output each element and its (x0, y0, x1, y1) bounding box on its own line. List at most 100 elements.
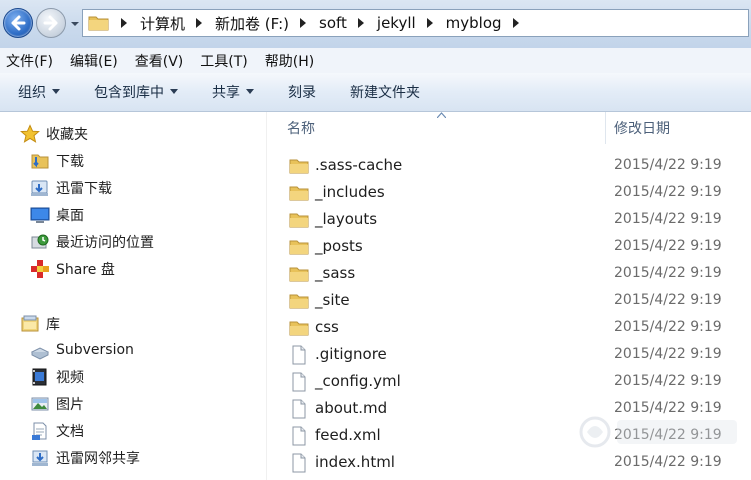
nav-libraries-label: 库 (46, 317, 60, 333)
folder-row[interactable]: _layouts 2015/4/22 9:19 (267, 206, 751, 233)
nav-item-xunlei-share[interactable]: 迅雷网邻共享 (30, 446, 140, 470)
address-box[interactable]: 计算机 新加卷 (F:) soft jekyll myblog (82, 9, 749, 37)
file-modified-date: 2015/4/22 9:19 (614, 184, 722, 200)
folder-row[interactable]: _sass 2015/4/22 9:19 (267, 260, 751, 287)
arrow-left-icon (11, 15, 26, 31)
burn-button[interactable]: 刻录 (288, 82, 316, 102)
sort-ascending-icon (437, 112, 446, 118)
folder-icon (289, 186, 309, 201)
nav-item-label: 迅雷下载 (56, 181, 112, 197)
chevron-right-icon[interactable] (355, 17, 367, 29)
folder-row[interactable]: _includes 2015/4/22 9:19 (267, 179, 751, 206)
file-row[interactable]: feed.xml 2015/4/22 9:19 (267, 422, 751, 449)
nav-item-recent-places[interactable]: 最近访问的位置 (30, 230, 154, 254)
library-icon (20, 314, 40, 334)
nav-favorites[interactable]: 收藏夹 (20, 122, 88, 146)
file-list: 名称 修改日期 .sass-cache 2015/4/22 9:19 _includ… (266, 112, 751, 480)
new-folder-label: 新建文件夹 (350, 85, 420, 101)
breadcrumb-drive[interactable]: 新加卷 (F:) (215, 13, 289, 34)
file-name: .sass-cache (315, 156, 403, 174)
folder-row[interactable]: _site 2015/4/22 9:19 (267, 287, 751, 314)
subversion-library-icon (30, 340, 50, 360)
file-name: .gitignore (315, 345, 387, 363)
menu-help[interactable]: 帮助(H) (265, 51, 314, 71)
star-icon (20, 124, 40, 144)
navigation-pane: 收藏夹 下载 迅雷下载 桌面 最近访问的位置 Share 盘 库 Subvers… (0, 112, 266, 480)
desktop-icon (30, 205, 50, 225)
file-row[interactable]: index.html 2015/4/22 9:19 (267, 449, 751, 476)
nav-item-label: 下载 (56, 154, 84, 170)
file-modified-date: 2015/4/22 9:19 (614, 427, 722, 443)
folder-row[interactable]: .sass-cache 2015/4/22 9:19 (267, 152, 751, 179)
file-name: _includes (315, 183, 385, 201)
recent-places-icon (30, 232, 50, 252)
back-button[interactable] (3, 8, 33, 38)
command-toolbar: 组织 包含到库中 共享 刻录 新建文件夹 (0, 73, 751, 112)
menu-view[interactable]: 查看(V) (135, 51, 184, 71)
file-row[interactable]: .gitignore 2015/4/22 9:19 (267, 341, 751, 368)
nav-item-label: Subversion (56, 342, 134, 358)
file-row[interactable]: _config.yml 2015/4/22 9:19 (267, 368, 751, 395)
folder-icon (289, 240, 309, 255)
folder-icon (289, 159, 309, 174)
file-row[interactable]: about.md 2015/4/22 9:19 (267, 395, 751, 422)
file-modified-date: 2015/4/22 9:19 (614, 292, 722, 308)
folder-row[interactable]: css 2015/4/22 9:19 (267, 314, 751, 341)
file-modified-date: 2015/4/22 9:19 (614, 238, 722, 254)
share-disk-icon (30, 259, 50, 279)
breadcrumb-myblog[interactable]: myblog (446, 14, 502, 32)
include-in-library-label: 包含到库中 (94, 85, 164, 101)
nav-item-documents[interactable]: 文档 (30, 419, 84, 443)
nav-item-label: 视频 (56, 370, 84, 386)
recent-pages-dropdown-icon[interactable] (70, 19, 80, 29)
chevron-right-icon[interactable] (510, 17, 522, 29)
breadcrumb-soft[interactable]: soft (319, 14, 347, 32)
chevron-right-icon[interactable] (424, 17, 436, 29)
chevron-right-icon[interactable] (297, 17, 309, 29)
file-name: about.md (315, 399, 388, 417)
chevron-right-icon[interactable] (193, 17, 205, 29)
caret-down-icon (246, 89, 254, 94)
menu-file[interactable]: 文件(F) (6, 51, 53, 71)
file-modified-date: 2015/4/22 9:19 (614, 400, 722, 416)
nav-item-downloads[interactable]: 下载 (30, 149, 84, 173)
chevron-right-icon[interactable] (118, 17, 130, 29)
share-button[interactable]: 共享 (212, 82, 254, 102)
file-modified-date: 2015/4/22 9:19 (614, 211, 722, 227)
nav-item-videos[interactable]: 视频 (30, 365, 84, 389)
column-divider[interactable] (605, 112, 606, 144)
menu-bar: 文件(F) 编辑(E) 查看(V) 工具(T) 帮助(H) (0, 48, 751, 73)
forward-button[interactable] (36, 8, 66, 38)
column-header-name[interactable]: 名称 (287, 112, 315, 144)
breadcrumb-jekyll[interactable]: jekyll (377, 14, 416, 32)
address-bar-row: 计算机 新加卷 (F:) soft jekyll myblog (0, 0, 751, 48)
menu-tools[interactable]: 工具(T) (200, 51, 247, 71)
breadcrumb-computer[interactable]: 计算机 (140, 13, 185, 34)
column-header-modified[interactable]: 修改日期 (614, 112, 670, 144)
nav-item-share-disk[interactable]: Share 盘 (30, 257, 115, 281)
nav-libraries[interactable]: 库 (20, 312, 60, 336)
file-modified-date: 2015/4/22 9:19 (614, 157, 722, 173)
nav-item-pictures[interactable]: 图片 (30, 392, 84, 416)
arrow-right-icon (43, 15, 58, 31)
file-modified-date: 2015/4/22 9:19 (614, 346, 722, 362)
file-name: css (315, 318, 339, 336)
folder-icon (289, 213, 309, 228)
organize-label: 组织 (18, 85, 46, 101)
menu-edit[interactable]: 编辑(E) (70, 51, 118, 71)
nav-item-subversion[interactable]: Subversion (30, 338, 134, 362)
new-folder-button[interactable]: 新建文件夹 (350, 82, 420, 102)
nav-item-xunlei-download[interactable]: 迅雷下载 (30, 176, 112, 200)
file-icon (292, 372, 306, 392)
folder-icon (289, 321, 309, 336)
organize-button[interactable]: 组织 (18, 82, 60, 102)
nav-item-desktop[interactable]: 桌面 (30, 203, 84, 227)
file-icon (292, 453, 306, 473)
folder-icon (88, 16, 109, 31)
file-modified-date: 2015/4/22 9:19 (614, 319, 722, 335)
include-in-library-button[interactable]: 包含到库中 (94, 82, 178, 102)
folder-row[interactable]: _posts 2015/4/22 9:19 (267, 233, 751, 260)
caret-down-icon (170, 89, 178, 94)
file-name: _site (315, 291, 350, 309)
file-icon (292, 399, 306, 419)
